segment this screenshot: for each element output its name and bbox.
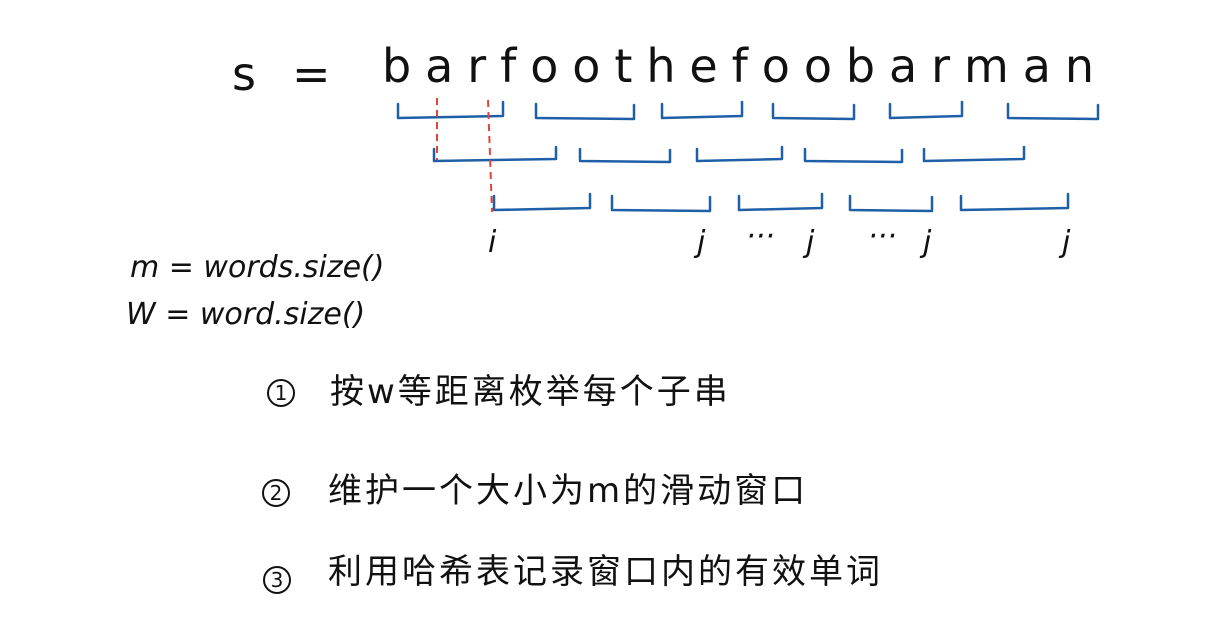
- step-2-text: 维护一个大小为m的滑动窗口: [328, 471, 808, 511]
- string-value: b a r f o o t h e f o o b a r m a n: [382, 39, 1094, 93]
- sliding-window-diagram: s = b a r f o o t h e f o o b a r m a n …: [126, 39, 1100, 594]
- bracket-row-3-4: [848, 194, 934, 213]
- step-1-number: 1: [275, 381, 288, 405]
- pointer-j-1: j: [693, 225, 706, 260]
- bracket-row-1-2: [534, 102, 636, 121]
- pointer-j-4: j: [1058, 225, 1071, 260]
- bracket-row-2-5: [922, 145, 1026, 163]
- formula-w: W = word.size(): [126, 297, 365, 332]
- bracket-row-2-4: [803, 147, 904, 164]
- step-1-text: 按w等距离枚举每个子串: [330, 372, 731, 412]
- pointer-j-3: j: [919, 225, 932, 260]
- offset-guides: [436, 98, 493, 213]
- ellipsis-1: ···: [746, 219, 775, 254]
- equals-sign: =: [292, 47, 331, 101]
- bracket-row-1-4: [771, 102, 856, 121]
- word-brackets: [396, 100, 1100, 213]
- step-3-text: 利用哈希表记录窗口内的有效单词: [328, 552, 883, 592]
- bracket-row-3-3: [737, 192, 824, 212]
- step-3-number: 3: [271, 568, 284, 592]
- step-2: 2 维护一个大小为m的滑动窗口: [262, 471, 808, 511]
- bracket-row-1-3: [660, 100, 744, 120]
- ellipsis-2: ···: [868, 219, 897, 254]
- pointer-i: i: [488, 225, 497, 260]
- steps: 1 按w等距离枚举每个子串 2 维护一个大小为m的滑动窗口 3 利用哈希表记录窗…: [262, 372, 883, 594]
- bracket-row-1-5: [888, 100, 964, 120]
- step-2-number: 2: [270, 481, 283, 505]
- formula-m: m = words.size(): [130, 250, 384, 285]
- bracket-row-3-2: [610, 194, 712, 213]
- pointer-labels: i j ··· j ··· j j: [488, 219, 1071, 260]
- step-3: 3 利用哈希表记录窗口内的有效单词: [263, 552, 883, 594]
- string-definition: s = b a r f o o t h e f o o b a r m a n: [232, 39, 1094, 101]
- formulas: m = words.size() W = word.size(): [126, 250, 384, 332]
- string-variable: s: [232, 47, 256, 101]
- bracket-row-2-2: [578, 147, 672, 164]
- bracket-row-2-1: [432, 145, 558, 163]
- bracket-row-2-3: [695, 145, 784, 163]
- bracket-row-3-1: [492, 192, 592, 212]
- bracket-row-1-6: [1006, 102, 1100, 121]
- bracket-row-3-5: [959, 192, 1070, 212]
- step-1: 1 按w等距离枚举每个子串: [267, 372, 731, 412]
- pointer-j-2: j: [802, 225, 815, 260]
